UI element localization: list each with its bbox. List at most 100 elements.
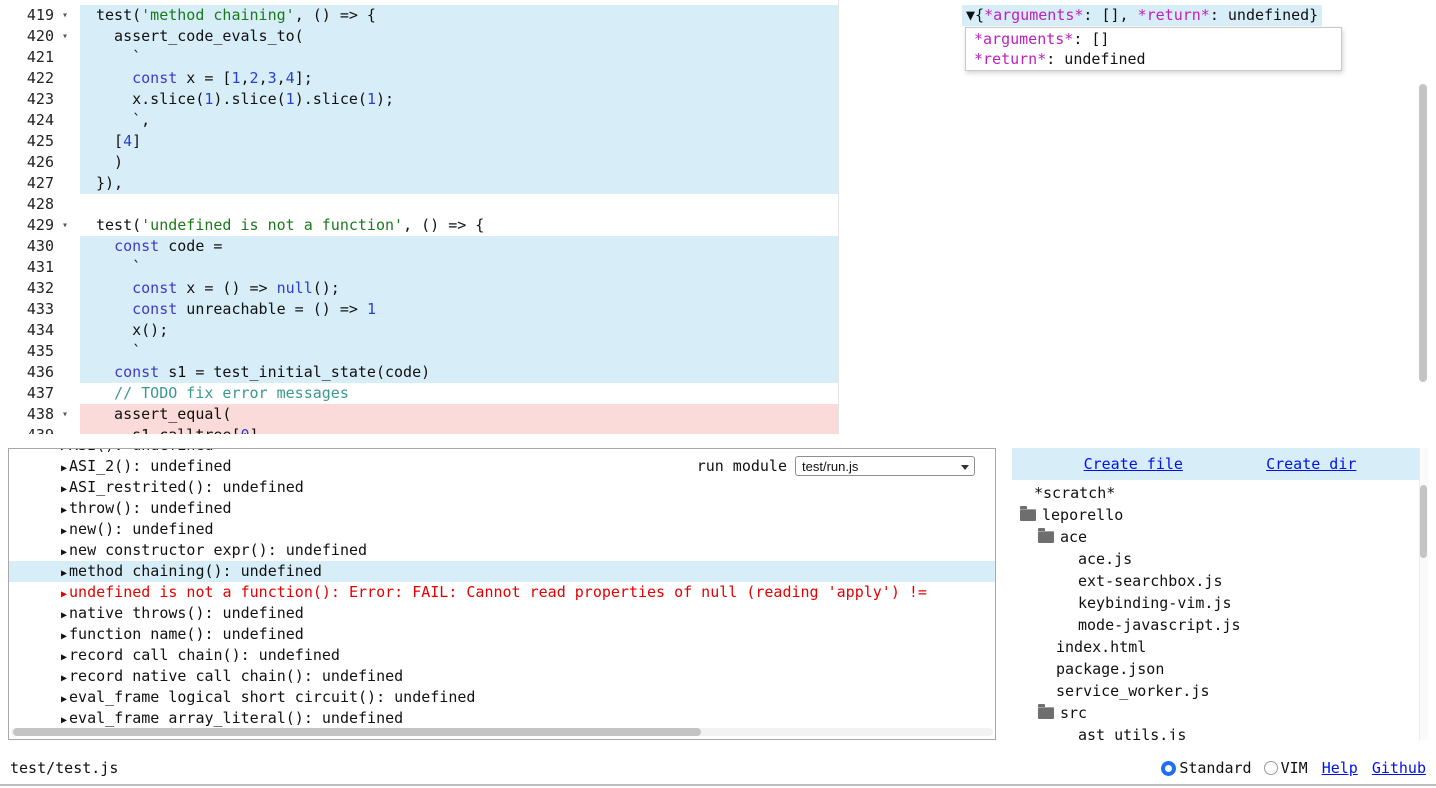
expand-triangle-icon[interactable]: ▶ [61,547,67,558]
eval-result-inline-widget[interactable]: ▼{*arguments*: [], *return*: undefined} [962,5,1322,26]
gutter-cell[interactable]: 431 [0,257,80,278]
help-link[interactable]: Help [1322,759,1358,777]
test-result-row[interactable]: ▶method chaining(): undefined [9,561,995,582]
tree-item--scratch-[interactable]: *scratch* [1012,482,1428,504]
tree-item-ast-utils-js[interactable]: ast_utils.js [1012,724,1428,740]
gutter-cell[interactable]: 439 [0,425,80,434]
code-line-429[interactable]: 429▾test('undefined is not a function', … [0,215,1436,236]
gutter-cell[interactable]: 421 [0,47,80,68]
code-line-433[interactable]: 433 const unreachable = () => 1 [0,299,1436,320]
test-result-row[interactable]: ▶function name(): undefined [9,624,995,645]
code-line-428[interactable]: 428 [0,194,1436,215]
fold-caret-icon[interactable]: ▾ [54,5,76,26]
gutter-cell[interactable]: 420▾ [0,26,80,47]
test-result-row-error[interactable]: ▶undefined is not a function(): Error: F… [9,582,995,603]
results-hscroll-thumb[interactable] [13,728,701,736]
code-line-430[interactable]: 430 const code = [0,236,1436,257]
test-result-row[interactable]: ▶eval_frame logical short circuit(): und… [9,687,995,708]
code-text[interactable]: // TODO fix error messages [80,383,349,404]
line-number[interactable]: 423 [0,89,54,110]
line-number[interactable]: 425 [0,131,54,152]
fold-caret-icon[interactable]: ▾ [54,404,76,425]
line-number[interactable]: 421 [0,47,54,68]
eval-popup-row[interactable]: *arguments*: [] [966,29,1341,49]
expand-triangle-icon[interactable]: ▶ [61,715,67,726]
line-number[interactable]: 431 [0,257,54,278]
code-text[interactable]: x(); [80,320,168,341]
test-result-row[interactable]: ▶native throws(): undefined [9,603,995,624]
code-text[interactable]: const code = [80,236,222,257]
code-line-437[interactable]: 437 // TODO fix error messages [0,383,1436,404]
expand-triangle-icon[interactable]: ▶ [61,631,67,642]
line-number[interactable]: 439 [0,425,54,434]
test-result-row[interactable]: ▶record native call chain(): undefined [9,666,995,687]
tree-item-service-worker-js[interactable]: service_worker.js [1012,680,1428,702]
code-line-436[interactable]: 436 const s1 = test_initial_state(code) [0,362,1436,383]
line-number[interactable]: 420 [0,26,54,47]
create-dir-link[interactable]: Create dir [1266,455,1356,473]
gutter-cell[interactable]: 422 [0,68,80,89]
tree-dir-ace[interactable]: ace [1012,526,1428,548]
code-text[interactable]: assert_equal( [80,404,231,425]
tree-item-ext-searchbox-js[interactable]: ext-searchbox.js [1012,570,1428,592]
expand-triangle-icon[interactable]: ▶ [61,526,67,537]
tree-dir-src[interactable]: src [1012,702,1428,724]
files-vscroll-thumb[interactable] [1420,485,1427,558]
tree-item-ace-js[interactable]: ace.js [1012,548,1428,570]
line-number[interactable]: 422 [0,68,54,89]
line-number[interactable]: 433 [0,299,54,320]
expand-triangle-icon[interactable]: ▶ [61,568,67,579]
gutter-cell[interactable]: 427 [0,173,80,194]
code-text[interactable]: ` [80,47,141,68]
gutter-cell[interactable]: 423 [0,89,80,110]
code-text[interactable]: assert_code_evals_to( [80,26,304,47]
code-line-438[interactable]: 438▾ assert_equal( [0,404,1436,425]
eval-popup-row[interactable]: *return*: undefined [966,49,1341,69]
expand-triangle-icon[interactable]: ▶ [61,484,67,495]
gutter-cell[interactable]: 425 [0,131,80,152]
code-line-427[interactable]: 427}), [0,173,1436,194]
line-number[interactable]: 430 [0,236,54,257]
code-text[interactable]: const x = () => null(); [80,278,340,299]
code-text[interactable]: test('method chaining', () => { [80,5,376,26]
run-module-select[interactable]: test/run.js [795,456,975,476]
code-line-432[interactable]: 432 const x = () => null(); [0,278,1436,299]
line-number[interactable]: 437 [0,383,54,404]
gutter-cell[interactable]: 430 [0,236,80,257]
expand-triangle-icon[interactable]: ▶ [61,463,67,474]
test-result-row[interactable]: ▶new(): undefined [9,519,995,540]
results-horizontal-scrollbar[interactable] [11,728,993,736]
tree-dir-leporello[interactable]: leporello [1012,504,1428,526]
code-line-423[interactable]: 423 x.slice(1).slice(1).slice(1); [0,89,1436,110]
keybinding-option-standard[interactable]: Standard [1161,759,1251,777]
code-text[interactable]: }), [80,173,123,194]
line-number[interactable]: 435 [0,341,54,362]
line-number[interactable]: 419 [0,5,54,26]
line-number[interactable]: 428 [0,194,54,215]
code-text[interactable]: s1.calltree[0], [80,425,268,434]
code-text[interactable]: ` [80,341,141,362]
code-text[interactable] [80,194,96,215]
code-line-431[interactable]: 431 ` [0,257,1436,278]
code-line-424[interactable]: 424 `, [0,110,1436,131]
code-line-422[interactable]: 422 const x = [1,2,3,4]; [0,68,1436,89]
code-text[interactable]: `, [80,110,150,131]
gutter-cell[interactable]: 432 [0,278,80,299]
test-result-row[interactable]: ▶ASI_restrited(): undefined [9,477,995,498]
code-text[interactable]: x.slice(1).slice(1).slice(1); [80,89,394,110]
line-number[interactable]: 434 [0,320,54,341]
test-result-row[interactable]: ▶ASI(): undefined [9,448,995,456]
gutter-cell[interactable]: 434 [0,320,80,341]
expand-triangle-icon[interactable]: ▶ [61,610,67,621]
line-number[interactable]: 436 [0,362,54,383]
gutter-cell[interactable]: 433 [0,299,80,320]
expand-triangle-icon[interactable]: ▶ [61,652,67,663]
tree-item-package-json[interactable]: package.json [1012,658,1428,680]
line-number[interactable]: 426 [0,152,54,173]
code-text[interactable]: const unreachable = () => 1 [80,299,376,320]
code-text[interactable]: const s1 = test_initial_state(code) [80,362,430,383]
create-file-link[interactable]: Create file [1084,455,1183,473]
fold-caret-icon[interactable]: ▾ [54,215,76,236]
test-result-row[interactable]: ▶eval_frame array_literal(): undefined [9,708,995,729]
keybinding-option-vim[interactable]: VIM [1264,759,1308,777]
